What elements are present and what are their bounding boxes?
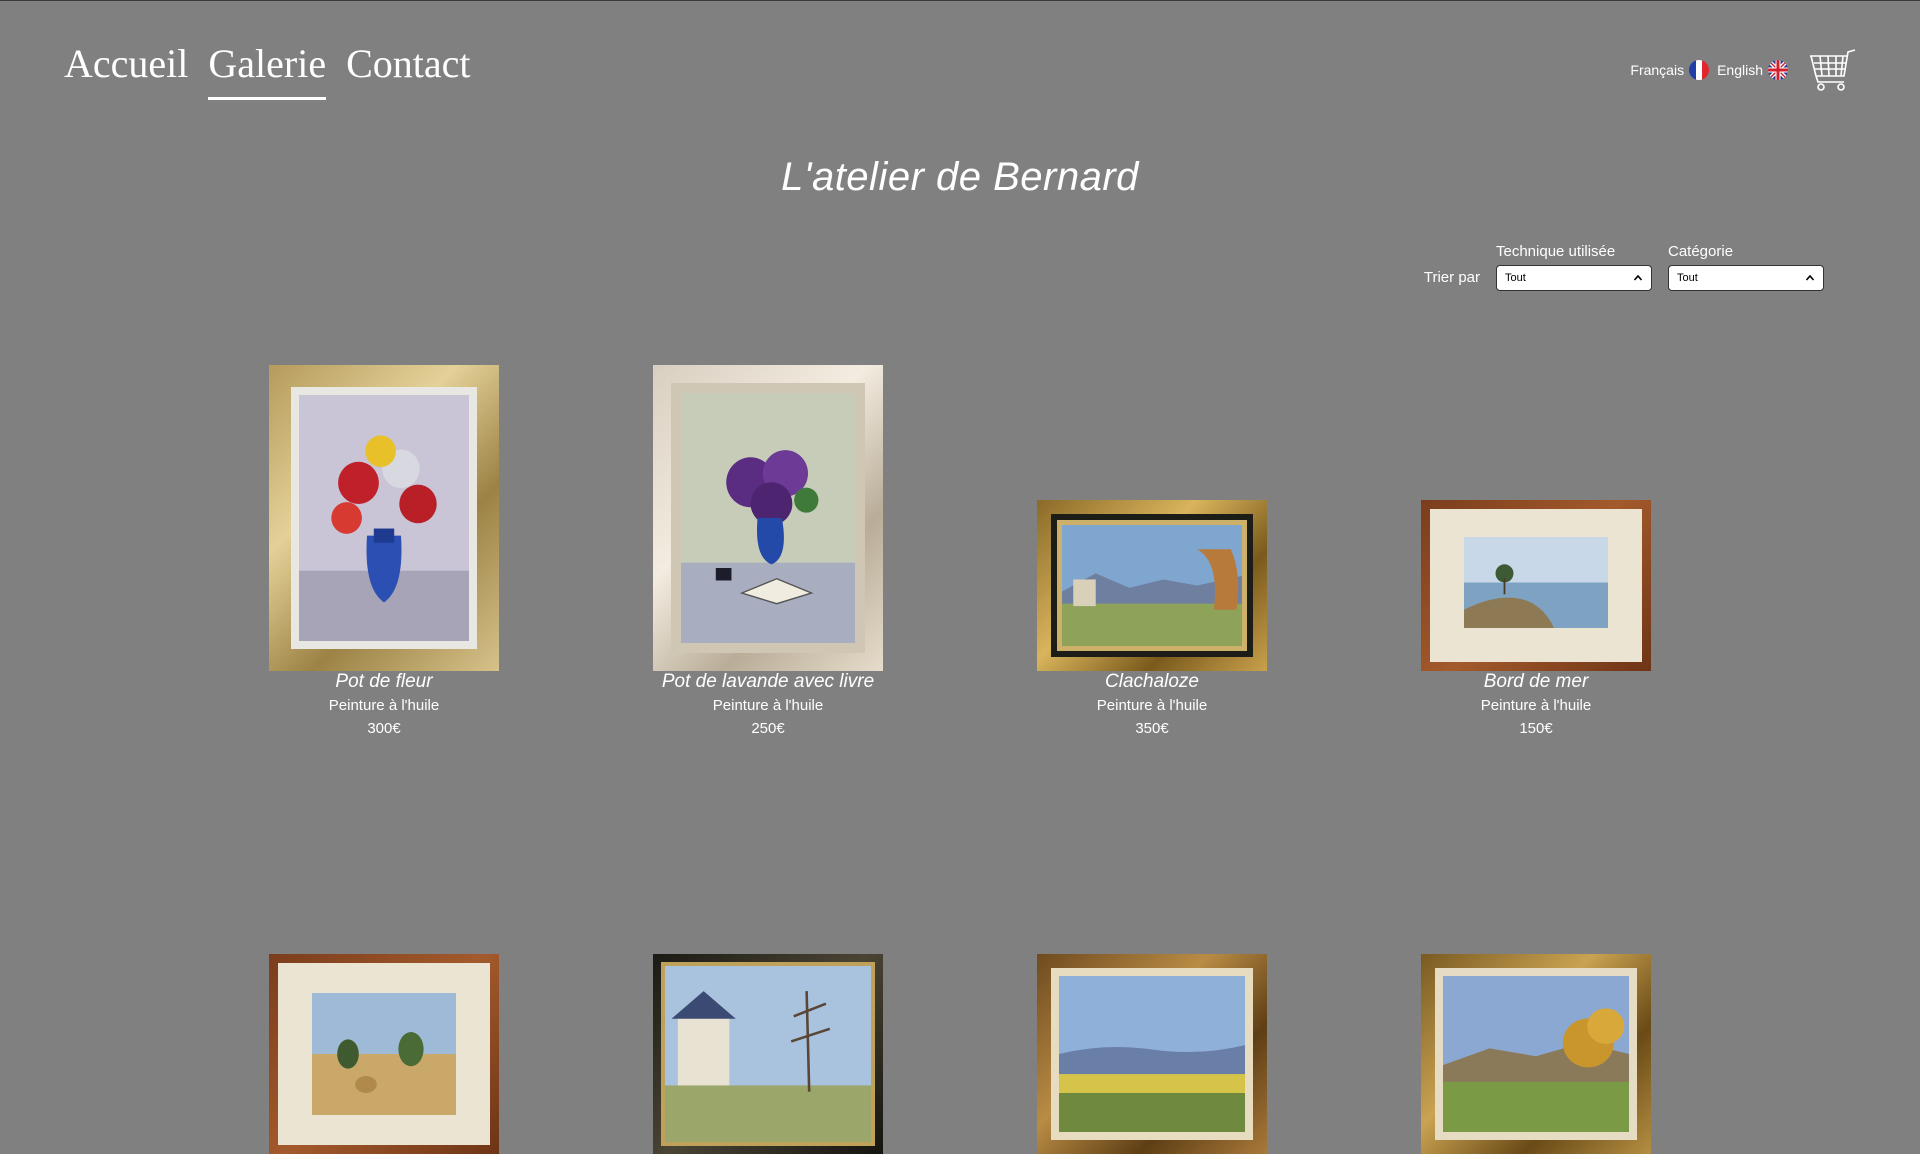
- painting-image: [653, 365, 883, 671]
- painting-image: [269, 365, 499, 671]
- village-painting: [665, 966, 871, 1142]
- painting-price: 350€: [1135, 720, 1169, 737]
- technique-select-value: Tout: [1505, 272, 1526, 284]
- painting-technique: Peinture à l'huile: [1096, 697, 1208, 714]
- nav-link-contact[interactable]: Contact: [346, 41, 470, 100]
- painting-technique: Peinture à l'huile: [328, 697, 440, 714]
- painting-image: [1421, 954, 1651, 1154]
- nav-link-accueil[interactable]: Accueil: [64, 41, 188, 100]
- main-nav: Accueil Galerie Contact: [64, 41, 471, 100]
- technique-filter: Technique utilisée Tout: [1496, 243, 1652, 291]
- language-english[interactable]: English: [1717, 60, 1788, 80]
- painting-meta: Clachaloze Peinture à l'huile 350€: [997, 671, 1307, 737]
- technique-select[interactable]: Tout: [1496, 265, 1652, 291]
- painting-image: [653, 954, 883, 1154]
- landscape-painting: [1062, 525, 1242, 646]
- painting-meta: Bord de mer Peinture à l'huile 150€: [1381, 671, 1691, 737]
- cart-icon[interactable]: [1808, 48, 1858, 92]
- painting-image: [1037, 500, 1267, 671]
- painting-image: [269, 954, 499, 1154]
- chevron-up-icon: [1805, 274, 1815, 281]
- category-filter-label: Catégorie: [1668, 243, 1734, 260]
- painting-meta: Pot de fleur Peinture à l'huile 300€: [229, 671, 539, 737]
- painting-image: [1421, 500, 1651, 671]
- painting-price: 300€: [367, 720, 401, 737]
- painting-price: 250€: [751, 720, 785, 737]
- painting-technique: Peinture à l'huile: [712, 697, 824, 714]
- sort-label: Trier par: [1423, 269, 1480, 286]
- painting-title: Pot de lavande avec livre: [661, 671, 875, 692]
- uk-flag-icon: [1768, 60, 1788, 80]
- painting-price: 150€: [1519, 720, 1553, 737]
- painting-meta: Pot de lavande avec livre Peinture à l'h…: [613, 671, 923, 737]
- seaside-painting: [1464, 537, 1608, 628]
- painting-technique: Peinture à l'huile: [1480, 697, 1592, 714]
- header-actions: Français English: [1630, 48, 1858, 92]
- lavender-book-painting: [681, 393, 855, 643]
- plain-painting: [1059, 976, 1245, 1132]
- field-painting: [312, 993, 456, 1115]
- painting-title: Clachaloze: [1105, 671, 1199, 692]
- nav-link-galerie[interactable]: Galerie: [208, 41, 327, 100]
- painting-title: Pot de fleur: [335, 671, 433, 692]
- painting-image: [1037, 954, 1267, 1154]
- painting-title: Bord de mer: [1483, 671, 1589, 692]
- filters-bar: Trier par Technique utilisée Tout Catégo…: [1424, 243, 1824, 291]
- site-title: L'atelier de Bernard: [781, 155, 1139, 199]
- language-english-label: English: [1717, 62, 1763, 78]
- category-select[interactable]: Tout: [1668, 265, 1824, 291]
- category-select-value: Tout: [1677, 272, 1698, 284]
- france-flag-icon: [1689, 60, 1710, 80]
- flower-vase-painting: [299, 395, 469, 641]
- category-filter: Catégorie Tout: [1668, 243, 1824, 291]
- language-french[interactable]: Français: [1630, 60, 1710, 80]
- chevron-up-icon: [1633, 274, 1643, 281]
- autumn-landscape-painting: [1443, 976, 1629, 1132]
- language-french-label: Français: [1630, 62, 1685, 78]
- technique-filter-label: Technique utilisée: [1496, 243, 1616, 260]
